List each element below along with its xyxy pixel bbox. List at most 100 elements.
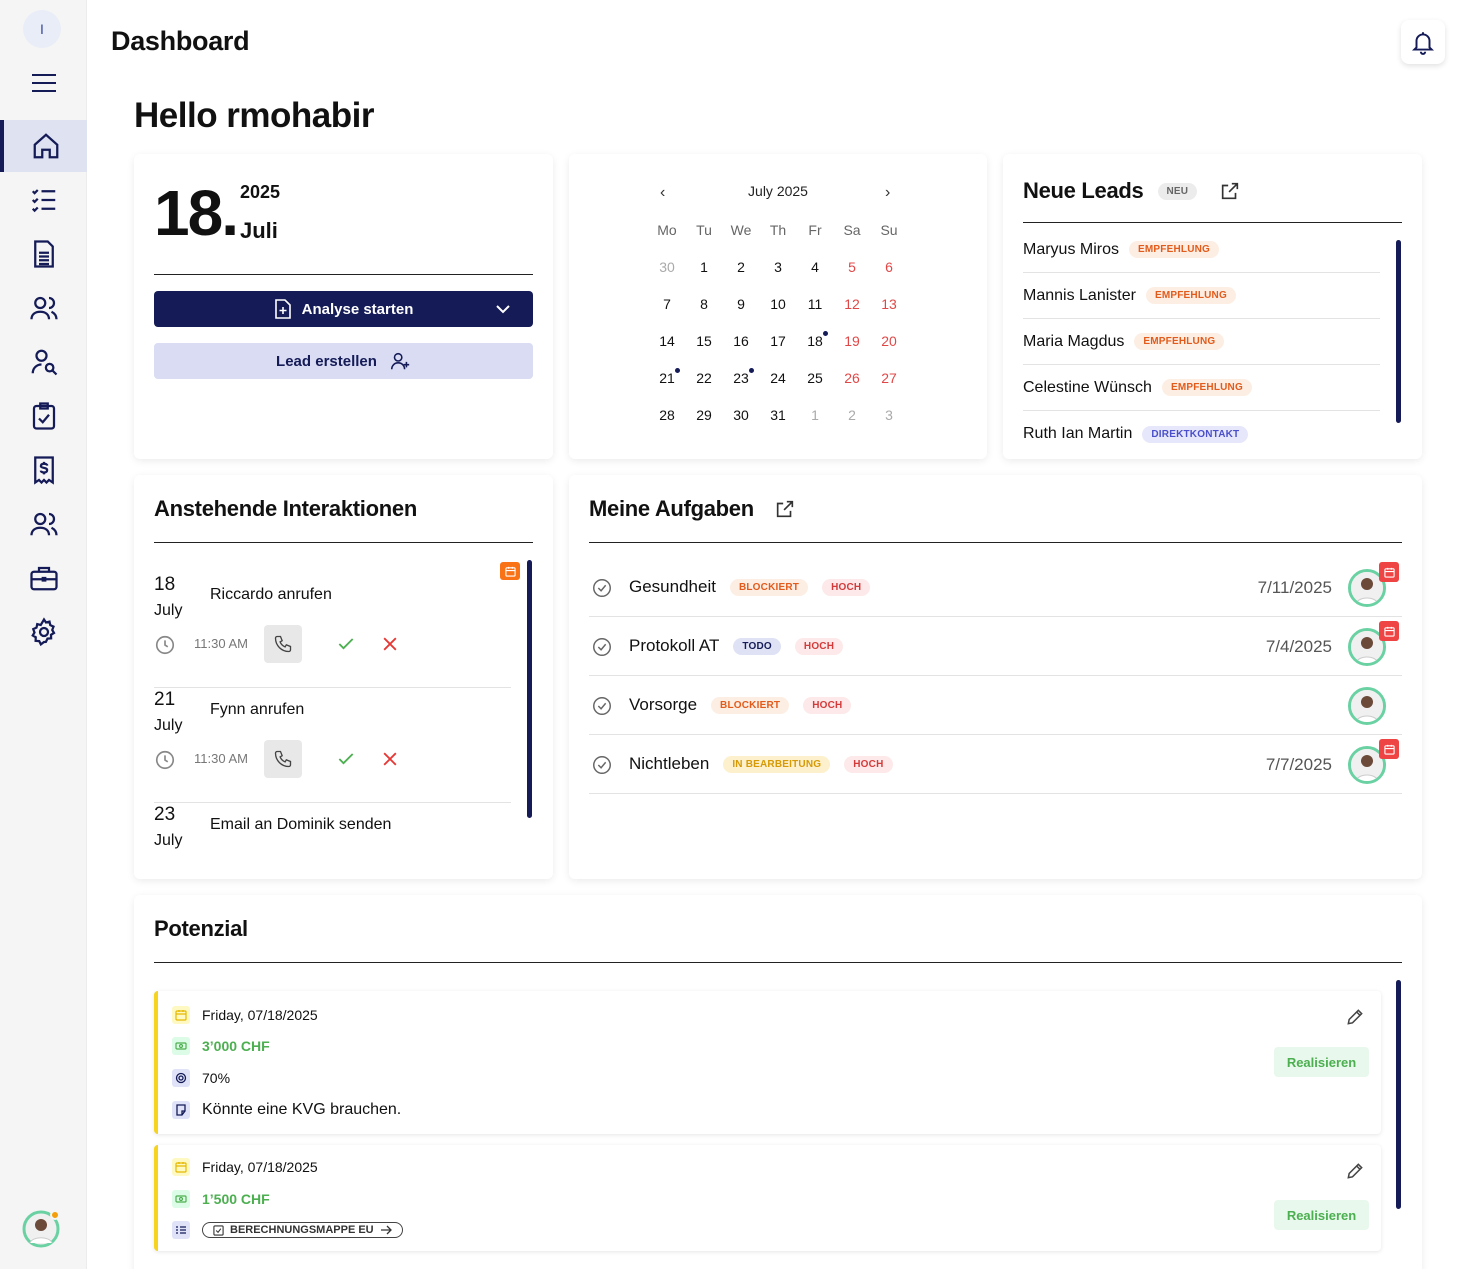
calendar-day[interactable]: 30 bbox=[726, 407, 756, 423]
calculation-folder-tag[interactable]: BERECHNUNGSMAPPE EU bbox=[202, 1222, 403, 1238]
external-link-icon[interactable] bbox=[1219, 180, 1241, 202]
calendar-day[interactable]: 22 bbox=[689, 370, 719, 386]
calendar-day[interactable]: 2 bbox=[726, 259, 756, 275]
call-button[interactable] bbox=[264, 625, 302, 663]
check-circle-icon[interactable] bbox=[591, 577, 613, 599]
potential-card: Potenzial Friday, 07/18/2025 3’000 CHF 7… bbox=[134, 895, 1422, 1269]
edit-icon[interactable] bbox=[1345, 1161, 1365, 1181]
lead-item[interactable]: Celestine Wünsch EMPFEHLUNG bbox=[1023, 365, 1380, 411]
potential-item[interactable]: Friday, 07/18/2025 3’000 CHF 70% Könnte … bbox=[154, 991, 1381, 1134]
calendar-day[interactable]: 20 bbox=[874, 333, 904, 349]
close-icon[interactable] bbox=[380, 634, 400, 654]
sidebar-item-team[interactable] bbox=[0, 498, 87, 550]
calendar-day[interactable]: 28 bbox=[652, 407, 682, 423]
potential-item[interactable]: Friday, 07/18/2025 1’500 CHF BERECHNUNGS… bbox=[154, 1145, 1381, 1251]
assignee-avatar[interactable] bbox=[1348, 687, 1386, 725]
calendar-day[interactable]: 7 bbox=[652, 296, 682, 312]
potential-title: Potenzial bbox=[154, 916, 248, 941]
lead-item[interactable]: Maryus Miros EMPFEHLUNG bbox=[1023, 227, 1380, 273]
calendar-day[interactable]: 29 bbox=[689, 407, 719, 423]
realize-button[interactable]: Realisieren bbox=[1274, 1047, 1369, 1077]
sidebar-item-tasks[interactable] bbox=[0, 174, 87, 226]
task-name: Nichtleben bbox=[629, 754, 710, 773]
calendar-day[interactable]: 25 bbox=[800, 370, 830, 386]
sidebar-item-checklist[interactable] bbox=[0, 390, 87, 442]
task-item[interactable]: Nichtleben IN BEARBEITUNG HOCH 7/7/2025 bbox=[589, 735, 1402, 794]
current-day: 18. bbox=[154, 177, 239, 249]
sidebar-item-portfolio[interactable] bbox=[0, 552, 87, 604]
calendar-day[interactable]: 3 bbox=[763, 259, 793, 275]
lead-item[interactable]: Ruth Ian Martin DIREKTKONTAKT bbox=[1023, 411, 1380, 457]
calendar-day[interactable]: 11 bbox=[800, 296, 830, 312]
chevron-down-icon[interactable] bbox=[495, 301, 511, 317]
check-icon[interactable] bbox=[336, 749, 356, 769]
check-circle-icon[interactable] bbox=[591, 695, 613, 717]
leads-scrollbar[interactable] bbox=[1396, 240, 1401, 423]
call-button[interactable] bbox=[264, 740, 302, 778]
calendar-day[interactable]: 2 bbox=[837, 407, 867, 423]
divider bbox=[154, 542, 533, 543]
close-icon[interactable] bbox=[380, 749, 400, 769]
create-lead-button[interactable]: Lead erstellen bbox=[154, 343, 533, 379]
document-icon bbox=[33, 240, 54, 268]
workspace-badge[interactable]: I bbox=[23, 10, 61, 48]
calendar-day[interactable]: 9 bbox=[726, 296, 756, 312]
check-icon[interactable] bbox=[336, 634, 356, 654]
sidebar-item-settings[interactable] bbox=[0, 606, 87, 658]
analyse-start-button[interactable]: Analyse starten bbox=[154, 291, 533, 327]
calendar-day[interactable]: 16 bbox=[726, 333, 756, 349]
calendar-day[interactable]: 14 bbox=[652, 333, 682, 349]
tasks-card: Meine Aufgaben Gesundheit BLOCKIERT HOCH 7/… bbox=[569, 475, 1422, 879]
interaction-item[interactable]: 21 July Fynn anrufen 11:30 AM bbox=[154, 689, 511, 803]
sidebar-item-home[interactable] bbox=[0, 120, 87, 172]
task-item[interactable]: Protokoll AT TODO HOCH 7/4/2025 bbox=[589, 617, 1402, 676]
calendar-day[interactable]: 10 bbox=[763, 296, 793, 312]
interactions-scrollbar[interactable] bbox=[527, 560, 532, 818]
notifications-button[interactable] bbox=[1401, 20, 1445, 64]
weekday-label: Th bbox=[769, 222, 787, 238]
menu-toggle-icon[interactable] bbox=[0, 57, 87, 109]
sidebar-item-billing[interactable] bbox=[0, 444, 87, 496]
users-icon bbox=[29, 296, 58, 320]
calendar-day[interactable]: 26 bbox=[837, 370, 867, 386]
sidebar-item-documents[interactable] bbox=[0, 228, 87, 280]
divider bbox=[154, 274, 533, 275]
calendar-day[interactable]: 5 bbox=[837, 259, 867, 275]
team-icon bbox=[29, 512, 58, 536]
calendar-day[interactable]: 30 bbox=[652, 259, 682, 275]
task-item[interactable]: Vorsorge BLOCKIERT HOCH bbox=[589, 676, 1402, 735]
calendar-day[interactable]: 24 bbox=[763, 370, 793, 386]
calendar-day[interactable]: 19 bbox=[837, 333, 867, 349]
calendar-day[interactable]: 4 bbox=[800, 259, 830, 275]
interaction-item[interactable]: 18 July Riccardo anrufen 11:30 AM bbox=[154, 574, 511, 688]
calendar-day[interactable]: 1 bbox=[800, 407, 830, 423]
calendar-day[interactable]: 31 bbox=[763, 407, 793, 423]
sidebar-item-users[interactable] bbox=[0, 282, 87, 334]
calendar-day[interactable]: 3 bbox=[874, 407, 904, 423]
realize-button[interactable]: Realisieren bbox=[1274, 1200, 1369, 1230]
weekday-label: We bbox=[730, 222, 752, 238]
calendar-day[interactable]: 12 bbox=[837, 296, 867, 312]
external-link-icon[interactable] bbox=[774, 498, 796, 520]
sidebar-item-user-search[interactable] bbox=[0, 336, 87, 388]
lead-item[interactable]: Maria Magdus EMPFEHLUNG bbox=[1023, 319, 1380, 365]
calendar-day[interactable]: 1 bbox=[689, 259, 719, 275]
lead-item[interactable]: Mannis Lanister EMPFEHLUNG bbox=[1023, 273, 1380, 319]
calendar-day[interactable]: 8 bbox=[689, 296, 719, 312]
calendar-day[interactable]: 15 bbox=[689, 333, 719, 349]
new-badge: NEU bbox=[1157, 182, 1198, 200]
calendar-day[interactable]: 17 bbox=[763, 333, 793, 349]
calendar-day[interactable]: 6 bbox=[874, 259, 904, 275]
weekday-label: Sa bbox=[843, 222, 861, 238]
list-icon bbox=[172, 1221, 190, 1239]
calendar-day[interactable]: 13 bbox=[874, 296, 904, 312]
interaction-item[interactable]: 23 July Email an Dominik senden bbox=[154, 804, 511, 879]
calendar-day[interactable]: 27 bbox=[874, 370, 904, 386]
user-avatar[interactable] bbox=[22, 1210, 60, 1248]
check-circle-icon[interactable] bbox=[591, 636, 613, 658]
check-circle-icon[interactable] bbox=[591, 754, 613, 776]
edit-icon[interactable] bbox=[1345, 1007, 1365, 1027]
calendar-next-button[interactable]: › bbox=[885, 184, 890, 202]
task-item[interactable]: Gesundheit BLOCKIERT HOCH 7/11/2025 bbox=[589, 558, 1402, 617]
potential-scrollbar[interactable] bbox=[1396, 980, 1401, 1209]
